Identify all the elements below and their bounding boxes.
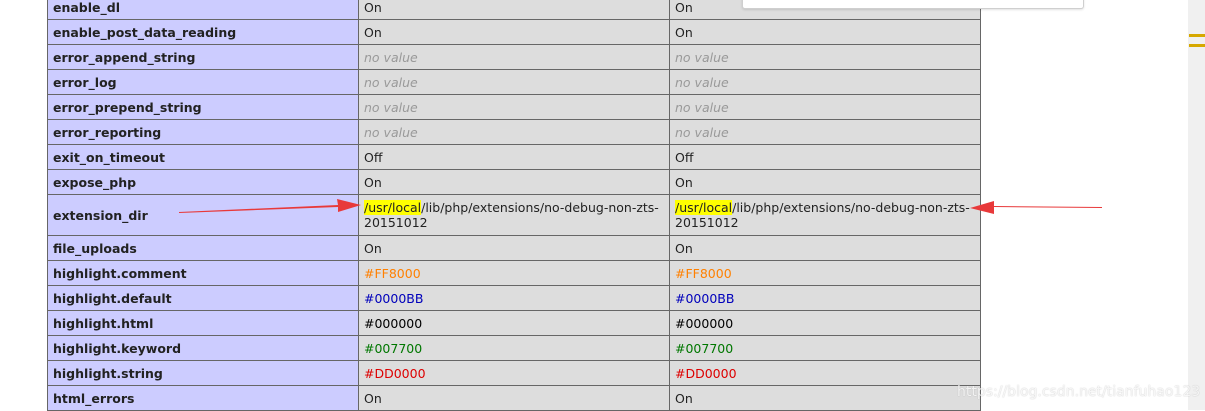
no-value-text: no value [364,49,418,65]
table-row: error_append_string no value no value [47,44,981,70]
highlighted-path: /usr/local [364,200,422,215]
local-value: #007700 [358,335,670,361]
local-value: On [358,385,670,411]
directive-name: expose_php [47,169,359,195]
color-value: #0000BB [364,290,424,306]
directive-name: highlight.html [47,310,359,336]
master-value: #007700 [669,335,981,361]
directive-name: html_errors [47,385,359,411]
master-value: Off [669,144,981,170]
table-row: highlight.string #DD0000 #DD0000 [47,360,981,386]
table-row: highlight.keyword #007700 #007700 [47,335,981,361]
local-value: #000000 [358,310,670,336]
no-value-text: no value [364,74,418,90]
color-value: #007700 [675,340,734,356]
directive-name: enable_dl [47,0,359,20]
master-value: #000000 [669,310,981,336]
table-row: error_prepend_string no value no value [47,94,981,120]
no-value-text: no value [675,99,729,115]
table-row: exit_on_timeout Off Off [47,144,981,170]
local-value: #DD0000 [358,360,670,386]
directive-name: highlight.comment [47,260,359,286]
no-value-text: no value [364,124,418,140]
directive-name: error_reporting [47,119,359,145]
scroll-find-marker [1189,44,1205,47]
table-row: extension_dir /usr/local/lib/php/extensi… [47,194,981,236]
table-row: highlight.html #000000 #000000 [47,310,981,336]
highlighted-path: /usr/local [675,200,733,215]
vertical-scrollbar[interactable] [1188,0,1205,410]
table-row: highlight.comment #FF8000 #FF8000 [47,260,981,286]
local-value: On [358,19,670,45]
color-value: #000000 [675,315,734,331]
table-row: enable_post_data_reading On On [47,19,981,45]
php-config-table: enable_dl On On enable_post_data_reading… [47,0,981,411]
color-value: #007700 [364,340,423,356]
color-value: #FF8000 [675,265,732,281]
table-row: error_log no value no value [47,69,981,95]
table-row: error_reporting no value no value [47,119,981,145]
master-value: no value [669,44,981,70]
local-value: #FF8000 [358,260,670,286]
local-value: /usr/local/lib/php/extensions/no-debug-n… [358,194,670,236]
table-row: expose_php On On [47,169,981,195]
local-value: no value [358,94,670,120]
no-value-text: no value [675,49,729,65]
table-row: highlight.default #0000BB #0000BB [47,285,981,311]
local-value: no value [358,119,670,145]
directive-name: file_uploads [47,235,359,261]
local-value: On [358,235,670,261]
local-value: no value [358,44,670,70]
master-value: On [669,19,981,45]
table-row: file_uploads On On [47,235,981,261]
color-value: #000000 [364,315,423,331]
no-value-text: no value [675,74,729,90]
master-value: no value [669,69,981,95]
directive-name: error_prepend_string [47,94,359,120]
master-value: #DD0000 [669,360,981,386]
directive-name: highlight.default [47,285,359,311]
no-value-text: no value [675,124,729,140]
no-value-text: no value [364,99,418,115]
directive-name: highlight.keyword [47,335,359,361]
master-value: On [669,235,981,261]
local-value: On [358,0,670,20]
color-value: #DD0000 [364,365,426,381]
color-value: #FF8000 [364,265,421,281]
local-value: Off [358,144,670,170]
master-value: On [669,385,981,411]
scroll-find-marker [1189,34,1205,37]
arrow-left-annotation [970,201,1102,214]
table-row: html_errors On On [47,385,981,411]
master-value: #FF8000 [669,260,981,286]
master-value: /usr/local/lib/php/extensions/no-debug-n… [669,194,981,236]
watermark-text: https://blog.csdn.net/tianfuhao123 [957,384,1201,400]
directive-name: error_log [47,69,359,95]
master-value: #0000BB [669,285,981,311]
directive-name: highlight.string [47,360,359,386]
master-value: no value [669,94,981,120]
directive-name: enable_post_data_reading [47,19,359,45]
directive-name: exit_on_timeout [47,144,359,170]
directive-name: error_append_string [47,44,359,70]
local-value: On [358,169,670,195]
master-value: no value [669,119,981,145]
dropdown-popup [742,0,1084,9]
color-value: #0000BB [675,290,735,306]
master-value: On [669,169,981,195]
color-value: #DD0000 [675,365,737,381]
local-value: #0000BB [358,285,670,311]
local-value: no value [358,69,670,95]
directive-name: extension_dir [47,194,359,236]
